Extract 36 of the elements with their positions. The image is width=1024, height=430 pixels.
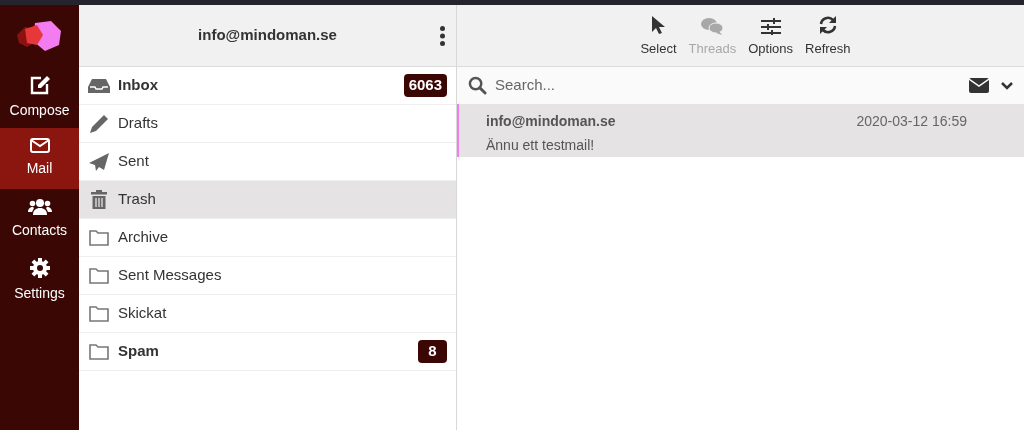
nav-item[interactable]: Settings	[0, 250, 79, 311]
toolbar-button[interactable]: Options	[748, 12, 794, 59]
nav-item[interactable]: Contacts	[0, 189, 79, 250]
search-icon	[468, 76, 487, 95]
search-input[interactable]: Search...	[495, 74, 969, 97]
search-bar[interactable]: Search...	[457, 67, 1024, 104]
nav-item[interactable]: Compose	[0, 67, 79, 128]
sliders-icon	[760, 17, 781, 35]
speech-bubbles-icon	[701, 16, 724, 35]
toolbar-button[interactable]: Select	[640, 12, 677, 59]
message-subject: Ännu ett testmail!	[486, 136, 596, 155]
envelope-icon	[29, 138, 50, 153]
edit-icon	[28, 74, 51, 95]
users-icon	[27, 198, 52, 215]
folder-icon	[89, 229, 109, 246]
folder-item[interactable]: Trash	[79, 181, 456, 219]
unread-count: 8	[418, 340, 447, 363]
unread-count: 6063	[403, 74, 447, 97]
paper-plane-icon	[89, 152, 109, 171]
message-item[interactable]: info@mindoman.se 2020-03-12 16:59 Ännu ett testmail!	[457, 104, 1024, 157]
envelope-icon[interactable]	[969, 78, 989, 93]
trash-icon	[91, 190, 107, 209]
nav-item[interactable]: Mail	[0, 128, 79, 189]
refresh-icon	[817, 14, 838, 35]
chevron-down-icon[interactable]	[1001, 81, 1013, 90]
message-date: 2020-03-12 16:59	[856, 112, 967, 131]
more-icon[interactable]	[440, 26, 445, 46]
inbox-icon	[88, 77, 110, 94]
folder-icon	[89, 267, 109, 284]
cursor-icon	[651, 14, 666, 35]
message-sender: info@mindoman.se	[486, 112, 616, 131]
pencil-icon	[89, 113, 109, 134]
toolbar-button[interactable]: Refresh	[805, 12, 851, 59]
account-title: info@mindoman.se	[198, 25, 337, 46]
folder-icon	[89, 305, 109, 322]
folder-icon	[89, 343, 109, 360]
